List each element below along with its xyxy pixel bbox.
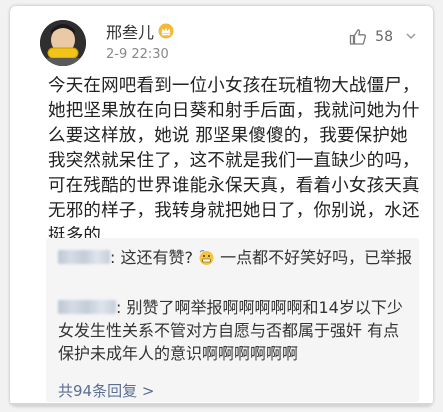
replies-box: : 这还有赞? 一点都不好笑好吗，已举报 : 别赞了啊举报啊啊啊啊啊和14岁以下… [46,238,419,402]
avatar-image [40,20,86,66]
view-all-replies-link[interactable]: 共94条回复 > [58,380,154,401]
like-count: 58 [375,29,393,45]
reply-text: : 这还有赞? [110,248,199,267]
chevron-down-icon[interactable] [405,30,417,42]
comment-text: 今天在网吧看到一位小女孩在玩植物大战僵尸，她把坚果放在向日葵和射手后面，我就问她… [48,76,420,246]
thumbs-up-icon [350,29,367,45]
reply-item[interactable]: : 别赞了啊举报啊啊啊啊啊和14岁以下少女发生性关系不管对方自愿与否都属于强奸 … [58,296,413,365]
grimace-emoji-icon [199,250,214,265]
comment-card: 邢叁儿 2-9 22:30 58 今天在网吧看到一位小女孩在玩植物大战僵尸，她把… [10,6,433,406]
username-row: 邢叁儿 [106,19,174,43]
username[interactable]: 邢叁儿 [106,19,154,43]
avatar[interactable] [40,20,86,66]
blurred-username [58,250,110,264]
blurred-username [58,300,116,314]
divider [10,403,433,406]
reply-text-continued: 一点都不好笑好吗，已举报 [215,248,413,267]
post-time: 2-9 22:30 [106,47,169,62]
reply-item[interactable]: : 这还有赞? 一点都不好笑好吗，已举报 [58,246,413,270]
like-button[interactable]: 58 [349,28,393,46]
vip-crown-icon [158,23,174,39]
